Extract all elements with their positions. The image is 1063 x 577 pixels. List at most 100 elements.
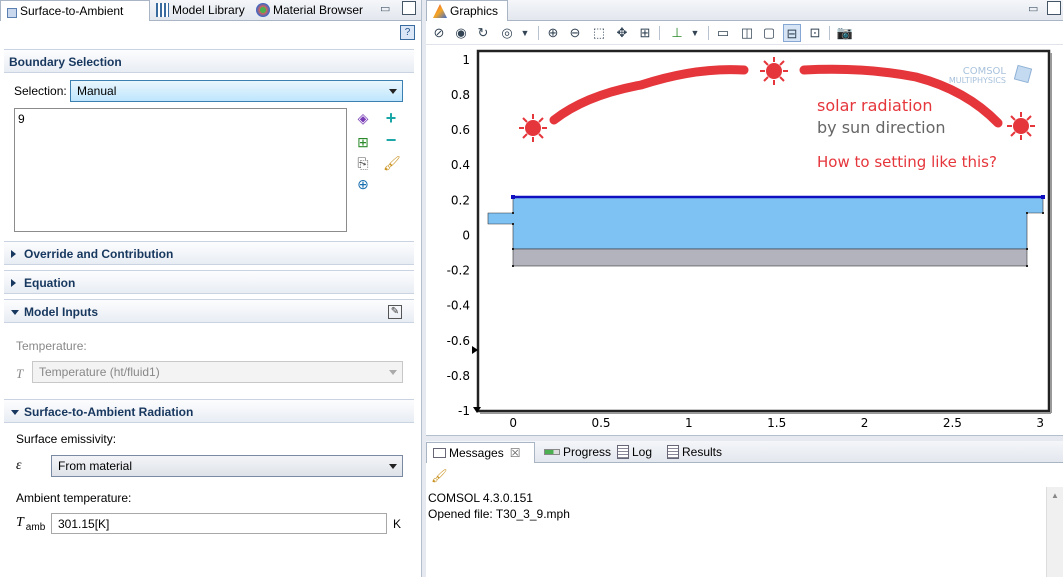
tab-log[interactable]: Log [611, 442, 658, 462]
remove-icon[interactable]: − [383, 131, 399, 149]
y-tick-label: -0.6 [447, 334, 470, 348]
camera-icon[interactable]: 📷 [836, 24, 854, 42]
lights-icon[interactable]: ▢ [760, 24, 778, 42]
transparency-icon[interactable]: ◫ [738, 24, 756, 42]
refresh-icon[interactable]: ↻ [474, 24, 492, 42]
emissivity-value: From material [58, 459, 133, 473]
labels-icon[interactable]: ⊡ [806, 24, 824, 42]
edit-model-inputs-icon[interactable]: ✎ [388, 305, 402, 319]
section-boundary-selection[interactable]: Boundary Selection [4, 49, 414, 73]
section-title: Equation [24, 276, 76, 290]
zoom-extents-icon[interactable]: ⊞ [636, 24, 654, 42]
add-icon[interactable]: + [383, 109, 399, 127]
chevron-down-icon[interactable]: ▼ [686, 24, 704, 42]
select-mode-icon[interactable]: ◎ [498, 24, 516, 42]
solid-domain[interactable] [512, 248, 1028, 267]
tab-label: Material Browser [273, 3, 364, 17]
section-equation[interactable]: Equation [4, 270, 414, 294]
tab-model-library[interactable]: Model Library [150, 0, 251, 20]
log-icon [617, 445, 629, 459]
scroll-up-icon[interactable]: ▲ [1047, 491, 1063, 500]
graphics-plot: solar radiation by sun direction How to … [447, 49, 1052, 430]
comsol-logo-icon [1013, 64, 1033, 84]
toolbar-separator [708, 26, 709, 40]
section-surface-to-ambient-radiation[interactable]: Surface-to-Ambient Radiation [4, 399, 414, 423]
ambient-unit: K [393, 517, 402, 531]
section-override-contribution[interactable]: Override and Contribution [4, 241, 414, 265]
close-icon[interactable]: ☒ [510, 446, 521, 460]
tab-graphics[interactable]: Graphics [426, 0, 508, 21]
clear-selection-icon[interactable]: 🖌 [383, 155, 401, 171]
y-tick-label: -0.4 [447, 299, 470, 313]
zoom-out-icon[interactable]: ⊖ [566, 24, 584, 42]
zoom-in-icon[interactable]: ⊕ [544, 24, 562, 42]
tab-label: Messages [449, 446, 504, 460]
wireframe-icon[interactable]: ▭ [714, 24, 732, 42]
watermark-multiphysics: MULTIPHYSICS [949, 76, 1006, 85]
toolbar-separator [829, 26, 830, 40]
select-from-graphics-icon[interactable]: ◈ [355, 110, 371, 126]
section-title: Override and Contribution [24, 247, 174, 261]
progress-icon [544, 449, 560, 455]
y-tick-label: 0 [462, 228, 470, 242]
toolbar-separator [538, 26, 539, 40]
fluid-domain[interactable] [487, 196, 1044, 250]
minimize-icon[interactable]: ▭ [1028, 2, 1042, 16]
zoom-to-selection-icon[interactable]: ⊕ [355, 176, 371, 192]
list-item[interactable]: 9 [15, 109, 346, 126]
x-tick-label: 0.5 [591, 416, 610, 430]
temperature-value: Temperature (ht/fluid1) [39, 365, 160, 379]
collapse-icon [11, 410, 19, 415]
y-tick-label: 0.2 [451, 193, 470, 207]
tab-surface-to-ambient[interactable]: Surface-to-Ambient [0, 0, 150, 21]
tab-material-browser[interactable]: Material Browser [250, 0, 369, 20]
tab-label: Surface-to-Ambient [20, 4, 124, 18]
graphics-canvas[interactable]: solar radiation by sun direction How to … [426, 45, 1063, 435]
maximize-icon[interactable] [402, 1, 416, 15]
tab-results[interactable]: Results [661, 442, 728, 462]
chevron-down-icon [389, 370, 397, 375]
tab-label: Graphics [450, 4, 499, 18]
help-icon[interactable]: ? [400, 25, 415, 40]
chevron-down-icon[interactable]: ▼ [516, 24, 534, 42]
y-tick-label: 1 [462, 53, 470, 67]
ambient-icon [7, 8, 17, 18]
selection-combo[interactable]: Manual [70, 80, 403, 102]
section-title: Boundary Selection [9, 55, 122, 69]
left-panel-toolbar [0, 21, 421, 45]
chevron-down-icon [389, 464, 397, 469]
messages-scrollbar[interactable]: ▲ [1046, 487, 1063, 577]
envelope-icon [433, 448, 446, 458]
ambient-symbol-letter: T [16, 515, 24, 530]
y-tick-label: -0.2 [447, 264, 470, 278]
clear-messages-icon[interactable]: 🖌 [431, 468, 448, 484]
section-title: Model Inputs [24, 305, 98, 319]
sun-icon [1007, 112, 1035, 140]
tab-label: Model Library [172, 3, 245, 17]
section-model-inputs[interactable]: Model Inputs [4, 299, 414, 323]
y-tick-label: 0.4 [451, 158, 470, 172]
emissivity-combo[interactable]: From material [51, 455, 403, 477]
tab-messages[interactable]: Messages ☒ [426, 442, 535, 463]
axes-icon[interactable]: ⊥ [668, 24, 686, 42]
paste-icon[interactable]: ⎘ [355, 155, 371, 171]
x-tick-label: 1.5 [767, 416, 786, 430]
show-icon[interactable]: ◉ [452, 24, 470, 42]
y-tick-label: 0.6 [451, 123, 470, 137]
temperature-label: Temperature: [16, 339, 87, 353]
grid-icon[interactable]: ⊟ [783, 24, 801, 42]
boundary-list[interactable]: 9 [14, 108, 347, 232]
minimize-icon[interactable]: ▭ [380, 2, 394, 16]
create-selection-icon[interactable]: ⊞ [355, 134, 371, 150]
ambient-temperature-input[interactable]: 301.15[K] [51, 513, 387, 534]
boundary-vertex [1041, 195, 1045, 199]
tab-progress[interactable]: Progress [538, 442, 617, 462]
message-line: COMSOL 4.3.0.151 [428, 491, 533, 505]
maximize-icon[interactable] [1047, 1, 1061, 15]
library-icon [156, 3, 169, 17]
zoom-selected-icon[interactable]: ✥ [613, 24, 631, 42]
zoom-box-icon[interactable]: ⬚ [590, 24, 608, 42]
hide-icon[interactable]: ⊘ [430, 24, 448, 42]
messages-area[interactable]: COMSOL 4.3.0.151 Opened file: T30_3_9.mp… [426, 487, 1046, 577]
chevron-down-icon [389, 89, 397, 94]
